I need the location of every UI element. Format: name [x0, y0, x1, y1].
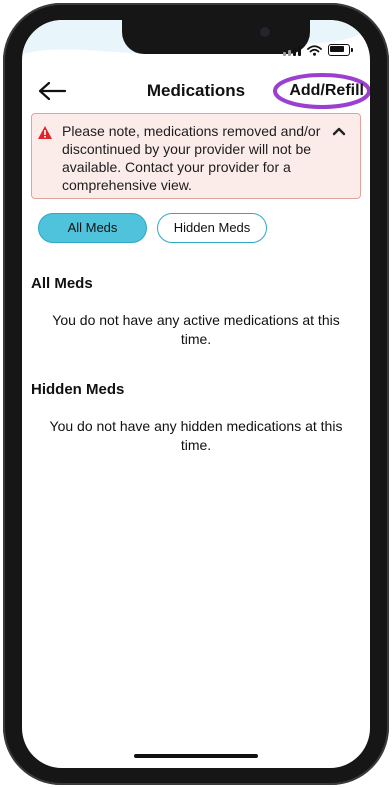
signal-icon — [283, 46, 301, 56]
tab-all-meds[interactable]: All Meds — [38, 213, 147, 243]
phone-frame: Medications Add/Refill Please note, medi… — [0, 0, 392, 788]
chevron-up-icon[interactable] — [332, 126, 346, 136]
alert-message: Please note, medications removed and/or … — [62, 123, 321, 193]
empty-state-hidden-meds: You do not have any hidden medications a… — [49, 418, 343, 453]
phone-screen: Medications Add/Refill Please note, medi… — [22, 20, 370, 768]
front-camera — [260, 27, 270, 37]
status-bar — [283, 44, 353, 56]
tab-hidden-meds[interactable]: Hidden Meds — [157, 213, 267, 243]
empty-state-all-meds: You do not have any active medications a… — [52, 312, 340, 347]
section-heading-hidden-meds: Hidden Meds — [31, 381, 125, 398]
section-heading-all-meds: All Meds — [31, 275, 93, 292]
add-refill-button[interactable]: Add/Refill — [289, 80, 364, 102]
phone-notch — [122, 20, 310, 54]
wifi-icon — [307, 45, 322, 56]
medication-alert-banner: Please note, medications removed and/or … — [31, 113, 361, 199]
home-indicator[interactable] — [134, 754, 258, 758]
battery-icon — [328, 44, 353, 56]
warning-triangle-icon — [38, 126, 52, 139]
